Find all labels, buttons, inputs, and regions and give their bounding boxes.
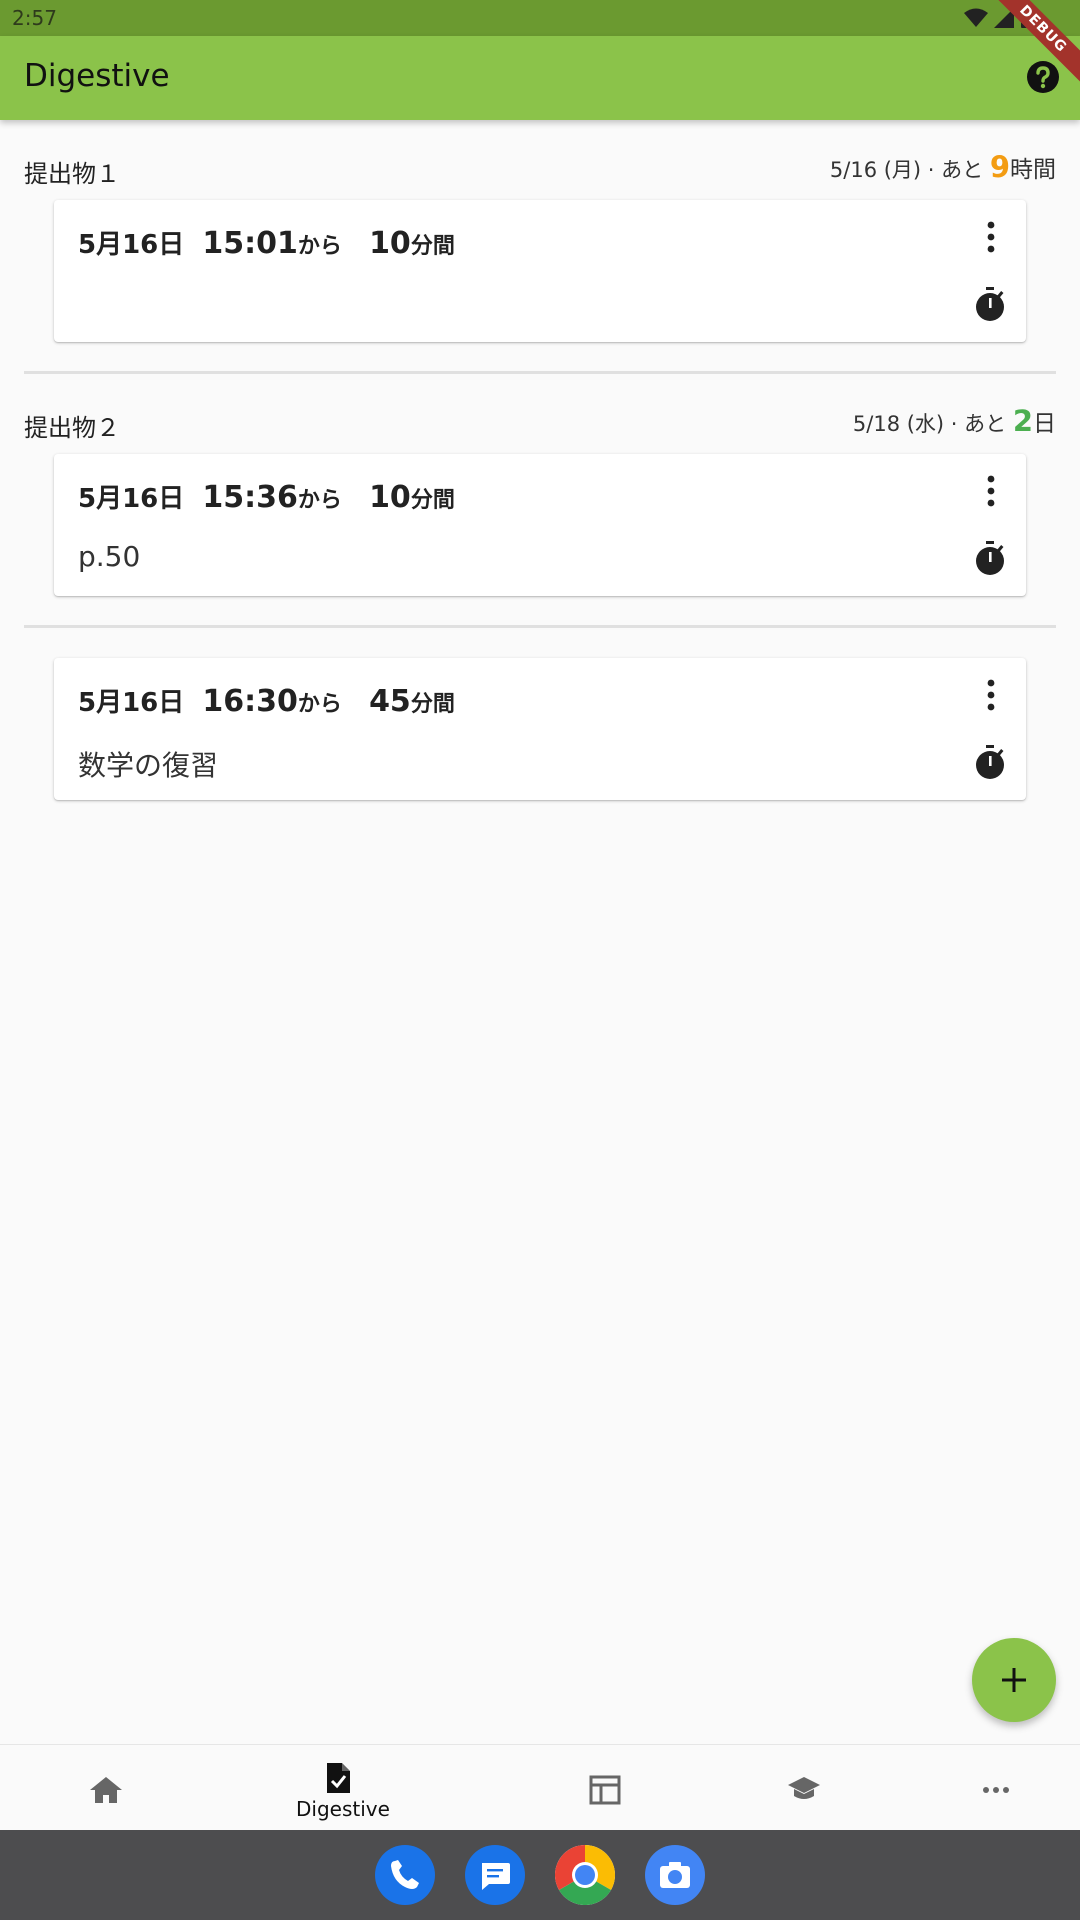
nav-item-home[interactable] [0, 1745, 216, 1831]
school-icon [788, 1777, 820, 1799]
task-card[interactable]: 5月16日 15:01から 10分間 [54, 200, 1026, 342]
help-icon [1027, 61, 1059, 93]
group-header: 提出物１ 5/16 (月) · あと 9時間 [24, 130, 1056, 190]
task-time: 5月16日 15:01から 10分間 [78, 224, 455, 261]
camera-icon [660, 1862, 690, 1888]
more-horiz-icon [983, 1787, 1009, 1793]
home-icon [90, 1777, 122, 1803]
app-title: Digestive [24, 58, 170, 94]
phone-icon [391, 1860, 419, 1889]
dock-chrome[interactable] [554, 1845, 616, 1906]
dock-camera[interactable] [645, 1845, 705, 1905]
status-time: 2:57 [12, 6, 57, 30]
add-task-button[interactable] [972, 1638, 1056, 1722]
task-duration: 10 [369, 480, 411, 515]
group-title: 提出物１ [24, 160, 120, 188]
task-start: 15:01 [202, 226, 298, 261]
task-duration-unit: 分間 [410, 692, 455, 717]
more-vert-icon[interactable] [986, 474, 996, 508]
dock-messages[interactable] [465, 1845, 525, 1905]
task-date: 5月16日 [78, 688, 185, 718]
dock-phone[interactable] [375, 1845, 435, 1905]
group-due: 5/18 (水) · あと 2日 [853, 404, 1056, 438]
task-from: から [297, 234, 342, 259]
timetable-icon [589, 1775, 621, 1805]
status-bar: 2:57 [0, 0, 1080, 36]
chrome-icon [554, 1845, 616, 1906]
task-date: 5月16日 [78, 484, 185, 514]
task-duration-unit: 分間 [410, 234, 455, 259]
task-note: p.50 [78, 540, 141, 573]
nav-item-more[interactable] [893, 1745, 1080, 1831]
assignment-check-icon [327, 1763, 350, 1793]
task-card[interactable]: 5月16日 15:36から 10分間 p.50 [54, 454, 1026, 596]
task-from: から [297, 488, 342, 513]
nav-item-school[interactable] [698, 1745, 914, 1831]
wifi-icon [964, 8, 988, 27]
task-duration: 45 [369, 684, 411, 719]
task-card[interactable]: 5月16日 16:30から 45分間 数学の復習 [54, 658, 1026, 800]
system-dock [0, 1830, 1080, 1920]
task-time: 5月16日 15:36から 10分間 [78, 478, 455, 515]
plus-icon [1002, 1668, 1026, 1692]
timer-icon[interactable] [974, 744, 1006, 780]
task-start: 16:30 [202, 684, 298, 719]
due-date: 5/18 (水) · あと [852, 412, 1013, 436]
task-start: 15:36 [202, 480, 298, 515]
bottom-nav: Digestive [0, 1744, 1080, 1830]
nav-item-timetable[interactable] [501, 1745, 717, 1831]
group-due: 5/16 (月) · あと 9時間 [830, 150, 1056, 184]
more-vert-icon[interactable] [986, 220, 996, 254]
more-vert-icon[interactable] [986, 678, 996, 712]
app-bar: Digestive [0, 36, 1080, 120]
task-from: から [297, 692, 342, 717]
group-header: 提出物２ 5/18 (水) · あと 2日 [24, 384, 1056, 444]
messages-icon [482, 1863, 510, 1890]
due-date: 5/16 (月) · あと [829, 158, 990, 182]
nav-item-digestive[interactable]: Digestive [235, 1745, 451, 1831]
timer-icon[interactable] [974, 286, 1006, 322]
timer-icon[interactable] [974, 540, 1006, 576]
remaining-unit: 日 [1033, 411, 1056, 437]
divider [24, 625, 1056, 628]
task-duration: 10 [369, 226, 411, 261]
nav-label: Digestive [296, 1797, 390, 1821]
task-duration-unit: 分間 [410, 488, 455, 513]
remaining-unit: 時間 [1010, 157, 1056, 183]
group-title: 提出物２ [24, 414, 120, 442]
remaining-value: 9 [989, 150, 1010, 184]
task-time: 5月16日 16:30から 45分間 [78, 682, 455, 719]
task-note: 数学の復習 [78, 749, 219, 782]
task-date: 5月16日 [78, 230, 185, 260]
divider [24, 371, 1056, 374]
help-button[interactable] [1026, 60, 1060, 94]
remaining-value: 2 [1012, 404, 1033, 438]
